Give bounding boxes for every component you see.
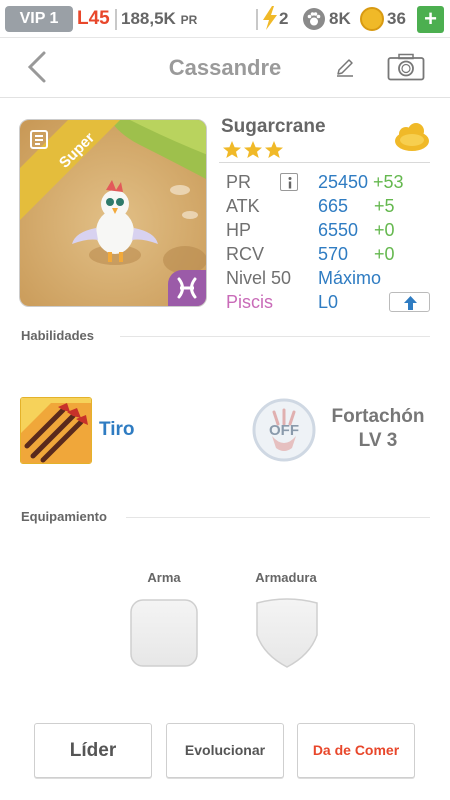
stat-label: PR <box>226 172 252 192</box>
arrow-up-icon <box>404 296 417 310</box>
star-icon <box>223 141 241 158</box>
species-name: Sugarcrane <box>221 116 326 137</box>
pet-nickname: Cassandre <box>168 55 282 80</box>
pencil-icon[interactable] <box>334 56 356 78</box>
paw-points: 8K <box>329 9 351 28</box>
stat-value: 665 <box>318 196 349 216</box>
divider <box>219 162 430 163</box>
coin-icon <box>360 7 384 31</box>
level-value: Máximo <box>318 268 382 288</box>
armor-slot[interactable] <box>254 597 320 669</box>
stat-row-atk: ATK 665 +5 <box>226 194 436 218</box>
stat-row-sign: Piscis L0 <box>226 290 436 314</box>
weapon-slot[interactable] <box>129 598 199 668</box>
player-level: L45 <box>77 8 110 29</box>
stat-bonus: +5 <box>374 196 395 216</box>
paw-icon <box>303 8 325 30</box>
star-icon <box>244 141 262 158</box>
stat-row-level: Nivel 50 Máximo <box>226 266 436 290</box>
notebook-icon[interactable] <box>28 128 50 150</box>
stat-bonus: +53 <box>373 172 404 192</box>
info-icon[interactable] <box>280 173 298 191</box>
weapon-label: Arma <box>147 570 181 585</box>
header-bar: Cassandre <box>0 38 450 98</box>
passive-skill: Fortachón LV 3 <box>326 405 430 453</box>
stat-bonus: +0 <box>374 244 395 264</box>
stat-value: 6550 <box>318 220 359 240</box>
active-skill-name[interactable]: Tiro <box>99 419 135 441</box>
feed-label: Da de Comer <box>312 742 400 758</box>
divider <box>120 336 430 337</box>
passive-skill-name: Fortachón <box>331 406 425 427</box>
power-rating: 188,5K PR <box>121 6 197 33</box>
divider <box>126 517 430 518</box>
zodiac-label: Piscis <box>226 292 274 312</box>
stat-bonus: +0 <box>374 220 395 240</box>
pet-portrait[interactable]: Super <box>19 119 207 307</box>
stat-label: ATK <box>226 196 260 216</box>
leader-button[interactable]: Líder <box>34 723 152 778</box>
star-icon <box>265 141 283 158</box>
power-unit: PR <box>180 13 198 27</box>
back-arrow-icon[interactable] <box>22 50 52 84</box>
cloud-element-icon <box>395 123 429 151</box>
stat-value: 570 <box>318 244 349 264</box>
stat-label: HP <box>226 220 252 240</box>
level-label: Nivel 50 <box>226 268 292 288</box>
pisces-icon <box>177 277 197 299</box>
evolve-label: Evolucionar <box>184 742 266 758</box>
arrows-icon <box>21 398 91 463</box>
stat-row-rcv: RCV 570 +0 <box>226 242 436 266</box>
passive-skill-icon[interactable]: OFF <box>252 398 316 462</box>
passive-state: OFF <box>269 422 299 439</box>
add-coins-button[interactable]: + <box>417 6 444 33</box>
star-rating <box>223 141 283 158</box>
coin-count: 36 <box>387 9 406 28</box>
power-value: 188,5K <box>121 9 176 28</box>
stat-row-pr: PR 25450 +53 <box>226 170 436 194</box>
divider <box>115 9 117 30</box>
zodiac-level: L0 <box>318 292 339 312</box>
energy-count: 2 <box>279 9 289 28</box>
lightning-icon <box>263 6 277 30</box>
feed-button[interactable]: Da de Comer <box>297 723 415 778</box>
stat-row-hp: HP 6550 +0 <box>226 218 436 242</box>
camera-icon[interactable] <box>387 53 425 81</box>
stat-value: 25450 <box>318 172 369 192</box>
leader-label: Líder <box>69 740 117 761</box>
evolve-button[interactable]: Evolucionar <box>166 723 284 778</box>
stat-label: RCV <box>226 244 265 264</box>
skills-section-title: Habilidades <box>21 328 94 343</box>
status-bar: VIP 1 L45 188,5K PR 2 8K 36 + <box>0 0 450 38</box>
equipment-section-title: Equipamiento <box>21 509 107 524</box>
divider <box>256 9 258 30</box>
vip-badge[interactable]: VIP 1 <box>5 6 73 32</box>
pisces-badge <box>168 270 206 306</box>
upgrade-button[interactable] <box>389 292 430 312</box>
active-skill-icon[interactable] <box>20 397 92 464</box>
passive-skill-level: LV 3 <box>358 430 398 451</box>
pet-detail-screen: { "status_bar": { "vip_label": "VIP 1", … <box>0 0 450 800</box>
armor-label: Armadura <box>255 570 317 585</box>
